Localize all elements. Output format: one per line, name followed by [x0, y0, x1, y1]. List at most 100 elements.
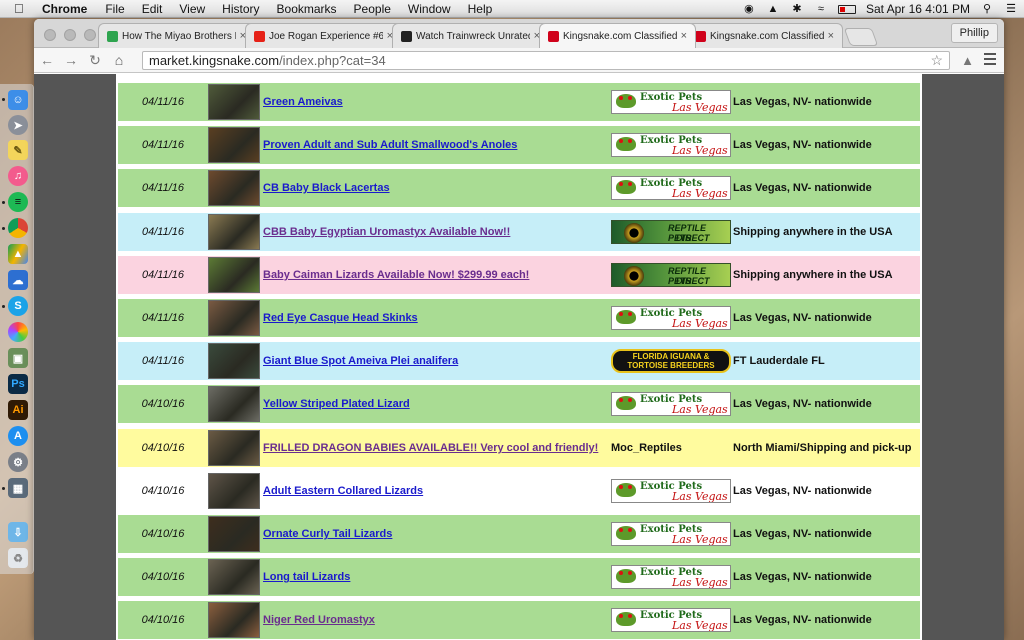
listing-thumbnail[interactable] [208, 127, 260, 163]
exotic-pets-logo[interactable]: Exotic Pets Las Vegas [611, 479, 731, 503]
illustrator-icon[interactable]: Ai [8, 400, 28, 420]
listing-title-link[interactable]: Giant Blue Spot Ameiva Plei analifera [263, 355, 611, 367]
wifi-icon[interactable]: ≈ [814, 3, 828, 15]
zoom-window-button[interactable] [84, 29, 96, 41]
stickies-icon[interactable]: ✎ [8, 140, 28, 160]
listing-date: 04/11/16 [141, 139, 184, 151]
exotic-pets-logo[interactable]: Exotic Pets Las Vegas [611, 133, 731, 157]
itunes-icon[interactable]: ♫ [8, 166, 28, 186]
listing-thumbnail[interactable] [208, 214, 260, 250]
launchpad-icon[interactable]: ➤ [8, 115, 28, 135]
listing-date: 04/11/16 [141, 355, 184, 367]
system-preferences-icon[interactable]: ⚙ [8, 452, 28, 472]
browser-tab[interactable]: Kingsnake.com Classifieds × [686, 23, 843, 48]
listing-title-link[interactable]: Yellow Striped Plated Lizard [263, 398, 611, 410]
chrome-menu-icon[interactable] [984, 53, 996, 68]
browser-tab[interactable]: Joe Rogan Experience #62 × [245, 23, 402, 48]
listing-title-link[interactable]: Long tail Lizards [263, 571, 611, 583]
exotic-pets-logo[interactable]: Exotic Pets Las Vegas [611, 306, 731, 330]
tab-close-icon[interactable]: × [681, 30, 687, 42]
listing-thumbnail[interactable] [208, 170, 260, 206]
listing-thumbnail[interactable] [208, 300, 260, 336]
menu-history[interactable]: History [222, 2, 259, 16]
exotic-pets-logo[interactable]: Exotic Pets Las Vegas [611, 90, 731, 114]
menu-file[interactable]: File [105, 2, 124, 16]
forward-arrow-icon[interactable]: → [60, 52, 82, 68]
listing-title-link[interactable]: Green Ameivas [263, 96, 611, 108]
reptile-pets-direct-logo[interactable]: REPTILE PETS DIRECT [611, 263, 731, 287]
bluetooth-icon[interactable]: ✱ [790, 3, 804, 15]
photoshop-icon[interactable]: Ps [8, 374, 28, 394]
listing-thumbnail[interactable] [208, 430, 260, 466]
exotic-pets-logo[interactable]: Exotic Pets Las Vegas [611, 608, 731, 632]
photos-icon[interactable] [8, 322, 28, 342]
reptile-pets-direct-logo[interactable]: REPTILE PETS DIRECT [611, 220, 731, 244]
listing-date: 04/10/16 [141, 528, 185, 540]
apple-menu-icon[interactable]:  [14, 1, 28, 16]
listing-thumbnail[interactable] [208, 386, 260, 422]
creative-cloud-icon[interactable]: ◉ [742, 3, 756, 15]
listing-thumbnail[interactable] [208, 559, 260, 595]
listing-thumbnail[interactable] [208, 602, 260, 638]
listing-thumbnail[interactable] [208, 84, 260, 120]
back-arrow-icon[interactable]: ← [36, 52, 58, 68]
listing-title-link[interactable]: CB Baby Black Lacertas [263, 182, 611, 194]
listing-title-link[interactable]: Red Eye Casque Head Skinks [263, 312, 611, 324]
drive-icon[interactable]: ▲ [766, 3, 780, 15]
browser-tab[interactable]: Watch Trainwreck Unrated × [392, 23, 549, 48]
reload-icon[interactable]: ↻ [84, 52, 106, 69]
skype-icon[interactable]: S [8, 296, 28, 316]
menu-view[interactable]: View [179, 2, 205, 16]
new-tab-button[interactable] [843, 28, 879, 46]
home-icon[interactable]: ⌂ [108, 52, 130, 68]
bookmark-star-icon[interactable]: ☆ [930, 52, 943, 69]
listing-thumbnail[interactable] [208, 257, 260, 293]
listing-title-link[interactable]: Baby Caiman Lizards Available Now! $299.… [263, 269, 611, 281]
menu-bookmarks[interactable]: Bookmarks [277, 2, 337, 16]
menu-window[interactable]: Window [408, 2, 451, 16]
seller-cell: Exotic Pets Las Vegas [611, 565, 732, 589]
menu-people[interactable]: People [354, 2, 391, 16]
listing-thumbnail[interactable] [208, 343, 260, 379]
notification-center-icon[interactable]: ☰ [1004, 3, 1018, 15]
address-bar[interactable]: market.kingsnake.com/index.php?cat=34 ☆ [142, 51, 950, 70]
trash-icon[interactable]: ♻ [8, 548, 28, 568]
app-store-icon[interactable]: A [8, 426, 28, 446]
menubar-clock[interactable]: Sat Apr 16 4:01 PM [866, 2, 970, 16]
listing-title-link[interactable]: Proven Adult and Sub Adult Smallwood's A… [263, 139, 611, 151]
listing-title-link[interactable]: CBB Baby Egyptian Uromastyx Available No… [263, 226, 611, 238]
google-drive-icon[interactable]: ▲ [8, 244, 28, 264]
close-window-button[interactable] [44, 29, 56, 41]
florida-iguana-logo[interactable]: FLORIDA IGUANA & TORTOISE BREEDERS [611, 349, 731, 373]
exotic-pets-logo[interactable]: Exotic Pets Las Vegas [611, 522, 731, 546]
screenshot-icon[interactable]: ▦ [8, 478, 28, 498]
openoffice-icon[interactable]: ☁ [8, 270, 28, 290]
exotic-pets-logo[interactable]: Exotic Pets Las Vegas [611, 565, 731, 589]
menubar-app-name[interactable]: Chrome [42, 2, 87, 16]
tab-title: How The Miyao Brothers Ed [122, 30, 236, 42]
battery-icon[interactable] [837, 4, 856, 14]
menu-help[interactable]: Help [468, 2, 493, 16]
exotic-pets-logo[interactable]: Exotic Pets Las Vegas [611, 176, 731, 200]
browser-tab[interactable]: Kingsnake.com Classifieds × [539, 23, 696, 48]
spotlight-search-icon[interactable]: ⚲ [980, 3, 994, 15]
drive-extension-icon[interactable]: ▲ [961, 53, 974, 68]
listing-thumbnail[interactable] [208, 473, 260, 509]
listing-title-link[interactable]: Niger Red Uromastyx [263, 614, 611, 626]
exotic-pets-logo[interactable]: Exotic Pets Las Vegas [611, 392, 731, 416]
browser-tab[interactable]: How The Miyao Brothers Ed × [98, 23, 255, 48]
preview-icon[interactable]: ▣ [8, 348, 28, 368]
profile-button[interactable]: Phillip [950, 23, 998, 43]
listing-title-link[interactable]: Ornate Curly Tail Lizards [263, 528, 611, 540]
downloads-folder-icon[interactable]: ⇩ [8, 522, 28, 542]
listing-title-link[interactable]: FRILLED DRAGON BABIES AVAILABLE!! Very c… [263, 442, 611, 454]
listing-location: Las Vegas, NV- nationwide [733, 485, 872, 497]
menu-edit[interactable]: Edit [142, 2, 163, 16]
listing-title-link[interactable]: Adult Eastern Collared Lizards [263, 485, 611, 497]
minimize-window-button[interactable] [64, 29, 76, 41]
finder-icon[interactable]: ☺ [8, 90, 28, 110]
spotify-icon[interactable]: ≡ [8, 192, 28, 212]
listing-thumbnail[interactable] [208, 516, 260, 552]
chrome-icon[interactable] [8, 218, 28, 238]
tab-close-icon[interactable]: × [828, 30, 834, 42]
